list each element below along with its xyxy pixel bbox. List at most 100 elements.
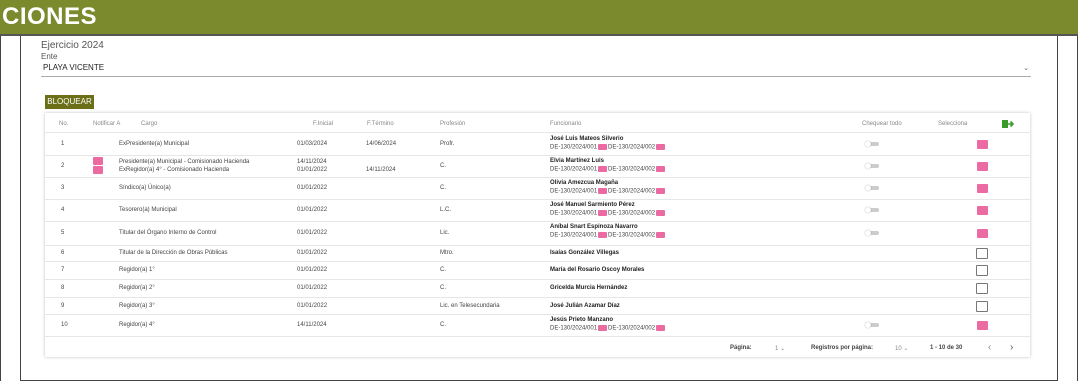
document-tag-icon[interactable]	[598, 144, 608, 150]
ente-select[interactable]: PLAYA VICENTE ⌄	[41, 62, 1031, 77]
document-link[interactable]: DE-130/2024/001	[550, 145, 597, 151]
cargo-text: Regidor(a) 2°	[119, 285, 155, 291]
fecha-inicial: 14/11/2024	[297, 159, 327, 165]
per-page-label: Registros por página:	[811, 345, 874, 351]
funcionario-name: Isaías González Villegas	[550, 250, 619, 256]
selecciona-checkbox-checked[interactable]	[977, 229, 988, 238]
document-link[interactable]: DE-130/2024/001	[550, 233, 597, 239]
chequear-toggle[interactable]	[865, 230, 879, 236]
document-tag-icon[interactable]	[656, 325, 666, 331]
document-tag-icon[interactable]	[656, 188, 666, 194]
selecciona-checkbox-checked[interactable]	[977, 162, 988, 171]
fecha-inicial: 14/11/2024	[297, 322, 327, 328]
toggle-knob	[865, 185, 871, 191]
profesion: C.	[440, 185, 446, 191]
officials-table: No. Notificar A Cargo F.Inicial F.Términ…	[45, 113, 1030, 357]
document-tag-icon[interactable]	[656, 166, 666, 172]
file-export-icon[interactable]	[1002, 119, 1014, 129]
chequear-toggle[interactable]	[865, 207, 879, 213]
document-link[interactable]: DE-130/2024/001	[550, 326, 597, 332]
selecciona-checkbox-checked[interactable]	[977, 321, 988, 330]
col-header-no: No.	[59, 121, 69, 127]
profesion: Lic. en Telesecundaria	[440, 302, 500, 309]
cargo-text: Tesorero(a) Municipal	[119, 207, 177, 213]
document-tag-icon[interactable]	[656, 232, 666, 238]
row-number: 3	[61, 185, 65, 191]
selecciona-checkbox-checked[interactable]	[977, 184, 988, 193]
selecciona-checkbox[interactable]	[976, 248, 988, 259]
document-link[interactable]: DE-130/2024/002	[608, 211, 655, 217]
fecha-termino: 14/11/2024	[366, 167, 396, 173]
document-tag-icon[interactable]	[598, 325, 608, 331]
row-number: 2	[61, 163, 65, 169]
document-link[interactable]: DE-130/2024/002	[608, 326, 655, 332]
ejercicio-label: Ejercicio 2024	[41, 40, 104, 51]
selecciona-checkbox[interactable]	[976, 265, 988, 276]
fecha-inicial: 01/01/2022	[297, 207, 328, 213]
col-header-ftermino: F.Término	[367, 121, 394, 127]
document-link[interactable]: DE-130/2024/001	[550, 189, 597, 195]
document-tag-icon[interactable]	[598, 188, 608, 194]
notify-checkbox[interactable]	[93, 166, 103, 174]
document-links: DE-130/2024/001 DE-130/2024/002	[550, 232, 666, 239]
cargo-text: ExPresidente(a) Municipal	[119, 141, 190, 147]
document-link[interactable]: DE-130/2024/002	[608, 167, 655, 173]
cargo-text: Presidente(a) Municipal - Comisionado Ha…	[119, 159, 250, 165]
selecciona-checkbox-checked[interactable]	[977, 206, 988, 215]
row-number: 6	[61, 250, 65, 256]
selecciona-checkbox-checked[interactable]	[977, 140, 988, 149]
bloquear-button[interactable]: BLOQUEAR	[45, 95, 94, 109]
ente-label: Ente	[41, 52, 58, 61]
frame-border-left	[0, 36, 1, 381]
row-divider	[45, 199, 1030, 200]
row-divider	[45, 221, 1030, 222]
ente-select-value: PLAYA VICENTE	[43, 63, 105, 72]
chequear-toggle[interactable]	[865, 141, 879, 147]
toggle-knob	[865, 163, 871, 169]
document-link[interactable]: DE-130/2024/002	[608, 145, 655, 151]
funcionario-name: José Manuel Sarmiento Pérez	[550, 202, 635, 208]
document-tag-icon[interactable]	[598, 210, 608, 216]
document-link[interactable]: DE-130/2024/001	[550, 167, 597, 173]
cargo-text: Síndico(a) Único(a)	[119, 185, 171, 191]
document-tag-icon[interactable]	[598, 166, 608, 172]
document-tag-icon[interactable]	[656, 144, 666, 150]
fecha-inicial: 01/01/2022	[297, 185, 328, 191]
next-page-button[interactable]: ›	[1010, 342, 1013, 353]
chequear-toggle[interactable]	[865, 163, 879, 169]
document-link[interactable]: DE-130/2024/002	[608, 233, 655, 239]
document-tag-icon[interactable]	[656, 210, 666, 216]
row-divider	[45, 177, 1030, 178]
col-header-cargo: Cargo	[141, 121, 158, 127]
selecciona-checkbox[interactable]	[976, 300, 988, 312]
funcionario-name: José Julián Azamar Díaz	[550, 302, 620, 309]
prev-page-button[interactable]: ‹	[988, 342, 991, 353]
cargo-text: Titular del Órgano Interno de Control	[119, 230, 217, 236]
selecciona-checkbox[interactable]	[976, 283, 988, 294]
chevron-down-icon[interactable]: ⌄	[1023, 64, 1029, 72]
funcionario-name: Gricelda Murcia Hernández	[550, 285, 628, 291]
document-link[interactable]: DE-130/2024/002	[608, 189, 655, 195]
document-tag-icon[interactable]	[598, 232, 608, 238]
page-range: 1 - 10 de 30	[930, 345, 963, 351]
row-number: 4	[61, 207, 65, 213]
page-select[interactable]: 1 ⌄	[775, 345, 785, 352]
document-links: DE-130/2024/001 DE-130/2024/002	[550, 210, 666, 217]
fecha-inicial: 01/01/2022	[297, 250, 328, 256]
document-link[interactable]: DE-130/2024/001	[550, 211, 597, 217]
profesion: L.C.	[440, 207, 452, 213]
page-label: Página:	[730, 345, 752, 351]
chequear-toggle[interactable]	[865, 185, 879, 191]
col-header-funcionario: Funcionario	[550, 121, 582, 127]
chequear-toggle[interactable]	[865, 322, 879, 328]
cargo-text-secondary: ExRegidor(a) 4° - Comisionado Hacienda	[119, 167, 230, 173]
fecha-inicial: 01/01/2022	[297, 285, 328, 291]
row-number: 10	[61, 322, 68, 328]
cargo-text: Regidor(a) 3°	[119, 302, 155, 309]
notify-checkbox[interactable]	[93, 157, 103, 165]
per-page-select[interactable]: 10 ⌄	[895, 345, 908, 352]
footer-divider	[45, 336, 1030, 337]
fecha-inicial: 01/01/2022	[297, 302, 328, 309]
header-divider	[45, 132, 1030, 133]
fecha-inicial-secondary: 01/01/2022	[297, 167, 328, 173]
